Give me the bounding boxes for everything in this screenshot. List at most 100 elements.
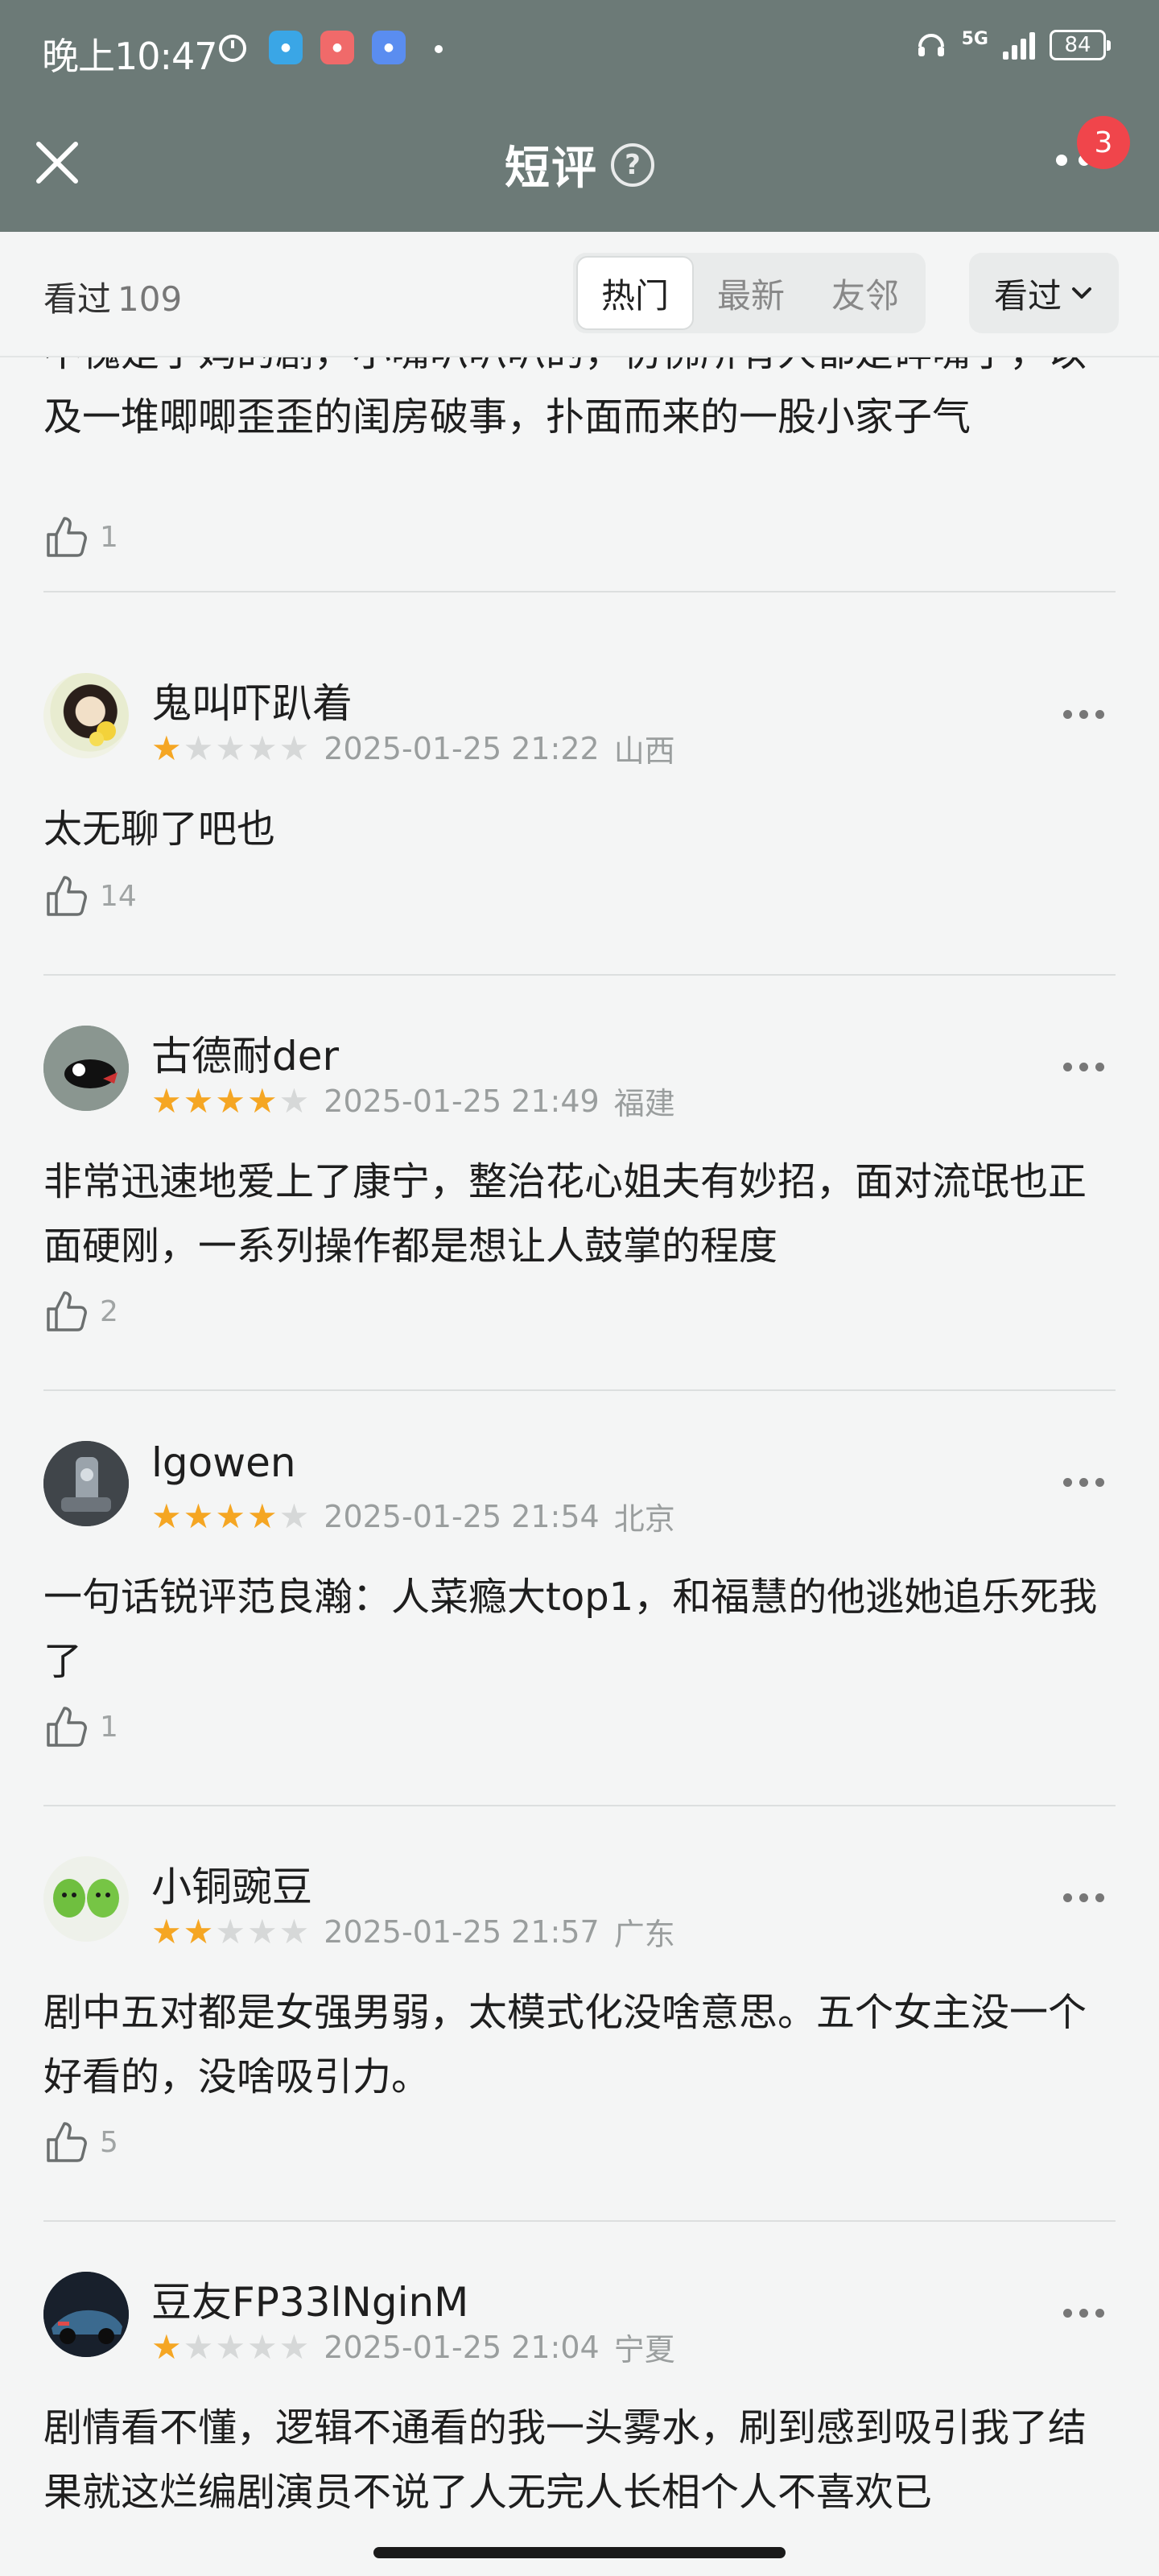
- thumbs-up-icon: [47, 2122, 87, 2162]
- timer-icon: [216, 31, 250, 64]
- review-date: 2025-01-25 21:57: [324, 1913, 600, 1950]
- battery-icon: 84: [1050, 30, 1111, 60]
- review-meta: ★ ★ ★ ★ ★ 2025-01-25 21:49 福建: [151, 1079, 675, 1123]
- review-more-button[interactable]: [1063, 1893, 1104, 1902]
- top-bar: 晚上10:47 ● ● ● 5G 84 短评 ? 3: [0, 0, 1159, 232]
- review-text: 剧中五对都是女强男弱，太模式化没啥意思。五个女主没一个好看的，没啥吸引力。: [43, 1990, 1087, 2099]
- review-more-button[interactable]: [1063, 1063, 1104, 1071]
- battery-level: 84: [1064, 33, 1091, 57]
- review-list: 不愧是于妈的剧，小嘴叭叭叭的，仿佛所有人都是碎嘴子，以及一堆唧唧歪歪的闺房破事，…: [0, 357, 1159, 2531]
- header: 短评 ? 3: [0, 97, 1159, 232]
- review-item-partial: 不愧是于妈的剧，小嘴叭叭叭的，仿佛所有人都是碎嘴子，以及一堆唧唧歪歪的闺房破事，…: [43, 357, 1116, 618]
- username[interactable]: lgowen: [151, 1439, 296, 1486]
- signal-icon: [1003, 31, 1035, 60]
- like-button[interactable]: 1: [43, 1703, 118, 1750]
- review-item: 鬼叫吓趴着 ★ ★ ★ ★ ★ 2025-01-25 21:22 山西 太无聊了吧也 1…: [43, 673, 1116, 995]
- tab-latest[interactable]: 最新: [694, 256, 808, 330]
- home-indicator[interactable]: [373, 2547, 786, 2558]
- review-more-button[interactable]: [1063, 710, 1104, 719]
- avatar[interactable]: [43, 2272, 129, 2357]
- star-icon: ★: [278, 1496, 310, 1536]
- divider: [43, 1805, 1116, 1806]
- help-icon[interactable]: ?: [611, 142, 654, 187]
- seen-count: 109: [118, 279, 183, 319]
- star-icon: ★: [246, 1496, 278, 1536]
- like-button[interactable]: 14: [43, 873, 137, 919]
- seen-count-label: 看过 109: [43, 272, 182, 321]
- tab-friends[interactable]: 友邻: [808, 256, 922, 330]
- like-count: 1: [100, 520, 118, 554]
- review-text: 非常迅速地爱上了康宁，整治花心姐夫有妙招，面对流氓也正面硬刚，一系列操作都是想让…: [43, 1159, 1087, 1269]
- seen-label: 看过: [43, 279, 112, 319]
- thumbs-up-icon: [47, 1707, 87, 1747]
- review-more-button[interactable]: [1063, 2309, 1104, 2318]
- star-icon: ★: [183, 1080, 214, 1121]
- avatar[interactable]: [43, 1856, 129, 1942]
- title-wrap: 短评 ?: [0, 132, 1159, 197]
- review-meta: ★ ★ ★ ★ ★ 2025-01-25 21:57 广东: [151, 1909, 675, 1954]
- star-icon: ★: [278, 728, 310, 768]
- star-icon: ★: [151, 1080, 182, 1121]
- thumbs-up-icon: [47, 1291, 87, 1331]
- review-item: lgowen ★ ★ ★ ★ ★ 2025-01-25 21:54 北京 一句话锐评范良…: [43, 1439, 1116, 1827]
- network-type: 5G: [961, 29, 988, 49]
- like-count: 2: [100, 1294, 118, 1328]
- tab-hot[interactable]: 热门: [576, 256, 694, 330]
- review-meta: ★ ★ ★ ★ ★ 2025-01-25 21:22 山西: [151, 726, 675, 770]
- app-notification-icon: ●: [372, 31, 406, 64]
- review-location: 宁夏: [613, 2332, 675, 2368]
- star-icon: ★: [278, 1911, 310, 1951]
- star-icon: ★: [278, 2326, 310, 2367]
- status-right: 5G 84: [915, 29, 1111, 61]
- divider: [43, 2220, 1116, 2222]
- thumbs-up-icon: [47, 517, 87, 557]
- filter-bar: 看过 109 热门 最新 友邻 看过: [0, 232, 1159, 357]
- review-location: 北京: [613, 1501, 675, 1537]
- review-item: 豆友FP33lNginM ★ ★ ★ ★ ★ 2025-01-25 21:04 宁夏 剧…: [43, 2272, 1116, 2531]
- avatar[interactable]: [43, 673, 129, 758]
- like-button[interactable]: 1: [43, 514, 118, 560]
- star-icon: ★: [183, 1496, 214, 1536]
- chevron-down-icon: [1072, 287, 1091, 299]
- star-icon: ★: [215, 2326, 245, 2367]
- review-date: 2025-01-25 21:22: [324, 730, 600, 766]
- username[interactable]: 豆友FP33lNginM: [151, 2270, 468, 2328]
- like-button[interactable]: 2: [43, 1288, 118, 1335]
- star-rating: ★ ★ ★ ★ ★: [151, 1084, 309, 1118]
- star-icon: ★: [246, 2326, 278, 2367]
- star-icon: ★: [151, 1496, 182, 1536]
- divider: [43, 1389, 1116, 1391]
- star-icon: ★: [246, 1911, 278, 1951]
- star-icon: ★: [151, 2326, 182, 2367]
- review-date: 2025-01-25 21:04: [324, 2329, 600, 2365]
- review-text: 剧情看不懂，逻辑不通看的我一头雾水，刷到感到吸引我了结果就这烂编剧演员不说了人无…: [43, 2405, 1087, 2515]
- review-text: 不愧是于妈的剧，小嘴叭叭叭的，仿佛所有人都是碎嘴子，以及一堆唧唧歪歪的闺房破事，…: [43, 357, 1087, 440]
- divider: [43, 974, 1116, 976]
- status-dropdown[interactable]: 看过: [969, 253, 1119, 333]
- username[interactable]: 小铜豌豆: [151, 1855, 312, 1913]
- review-location: 广东: [613, 1917, 675, 1952]
- more-notifications-dot: [435, 45, 443, 53]
- username[interactable]: 古德耐der: [151, 1024, 339, 1082]
- star-icon: ★: [278, 1080, 310, 1121]
- like-count: 14: [100, 879, 137, 913]
- star-rating: ★ ★ ★ ★ ★: [151, 728, 310, 768]
- like-button[interactable]: 5: [43, 2119, 118, 2165]
- review-more-button[interactable]: [1063, 1478, 1104, 1487]
- username[interactable]: 鬼叫吓趴着: [151, 671, 353, 729]
- star-icon: ★: [151, 728, 182, 768]
- star-icon: ★: [151, 1911, 182, 1951]
- review-date: 2025-01-25 21:49: [324, 1083, 600, 1119]
- notification-badge: 3: [1077, 116, 1130, 169]
- star-icon: ★: [215, 1496, 245, 1536]
- avatar[interactable]: [43, 1441, 129, 1526]
- star-icon: ★: [215, 1080, 245, 1121]
- status-bar: 晚上10:47 ● ● ● 5G 84: [0, 0, 1159, 97]
- review-meta: ★ ★ ★ ★ ★ 2025-01-25 21:04 宁夏: [151, 2325, 675, 2369]
- divider: [43, 591, 1116, 592]
- review-location: 山西: [613, 733, 675, 769]
- star-icon: ★: [183, 728, 214, 768]
- star-icon: ★: [215, 728, 245, 768]
- star-icon: ★: [215, 1911, 245, 1951]
- avatar[interactable]: [43, 1026, 129, 1111]
